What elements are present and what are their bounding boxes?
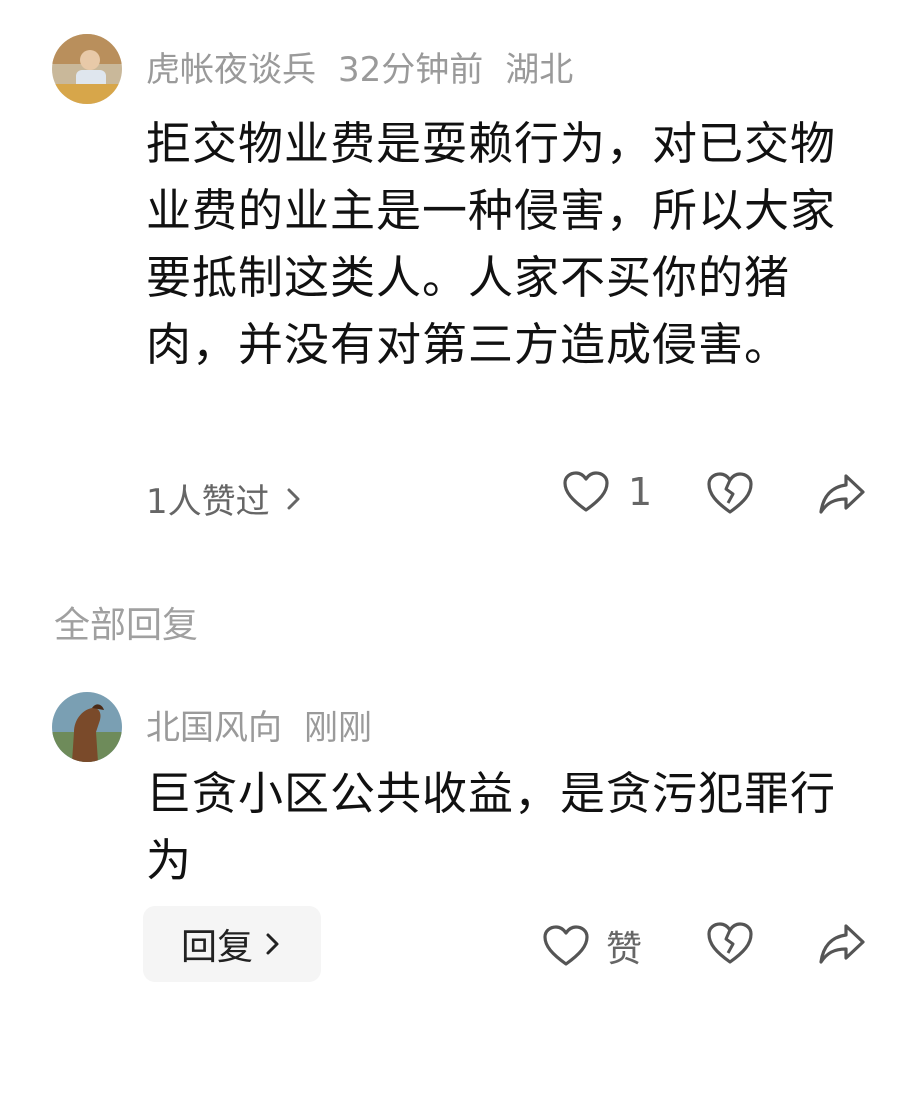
- share-arrow-icon: [819, 924, 865, 964]
- chevron-right-icon: [266, 933, 279, 955]
- comment-meta: 虎帐夜谈兵 32分钟前 湖北: [146, 42, 595, 91]
- share-arrow-icon: [819, 474, 865, 514]
- heart-icon: [543, 925, 589, 966]
- like-label: 赞: [606, 929, 643, 970]
- likes-summary-label: 1人赞过: [146, 482, 270, 522]
- heart-icon: [563, 471, 609, 512]
- chevron-right-icon: [287, 488, 300, 509]
- comment-time: 32分钟前: [338, 50, 484, 90]
- reply-button-label: 回复: [180, 927, 253, 968]
- broken-heart-icon: [707, 922, 753, 964]
- broken-heart-icon: [707, 472, 753, 514]
- reply-meta: 北国风向 刚刚: [146, 700, 394, 749]
- replies-section-title: 全部回复: [54, 605, 199, 646]
- author-name[interactable]: 北国风向: [146, 708, 282, 748]
- dislike-button[interactable]: [706, 470, 754, 516]
- reply-time: 刚刚: [304, 708, 372, 748]
- like-button[interactable]: 1: [562, 470, 652, 514]
- comment-location: 湖北: [505, 50, 574, 90]
- reply-text: 巨贪小区公共收益，是贪污犯罪行为: [146, 767, 837, 887]
- likes-summary[interactable]: 1人赞过: [146, 474, 304, 523]
- share-button[interactable]: [818, 472, 866, 516]
- avatar[interactable]: [52, 692, 122, 762]
- dislike-button[interactable]: [706, 920, 754, 966]
- reply-button[interactable]: 回复: [143, 906, 321, 982]
- share-button[interactable]: [818, 922, 866, 966]
- like-button[interactable]: 赞: [542, 920, 642, 972]
- avatar[interactable]: [52, 34, 122, 104]
- like-count: 1: [628, 470, 653, 514]
- comment-text: 拒交物业费是耍赖行为，对已交物业费的业主是一种侵害，所以大家要抵制这类人。人家不…: [146, 117, 837, 371]
- author-name[interactable]: 虎帐夜谈兵: [146, 50, 316, 90]
